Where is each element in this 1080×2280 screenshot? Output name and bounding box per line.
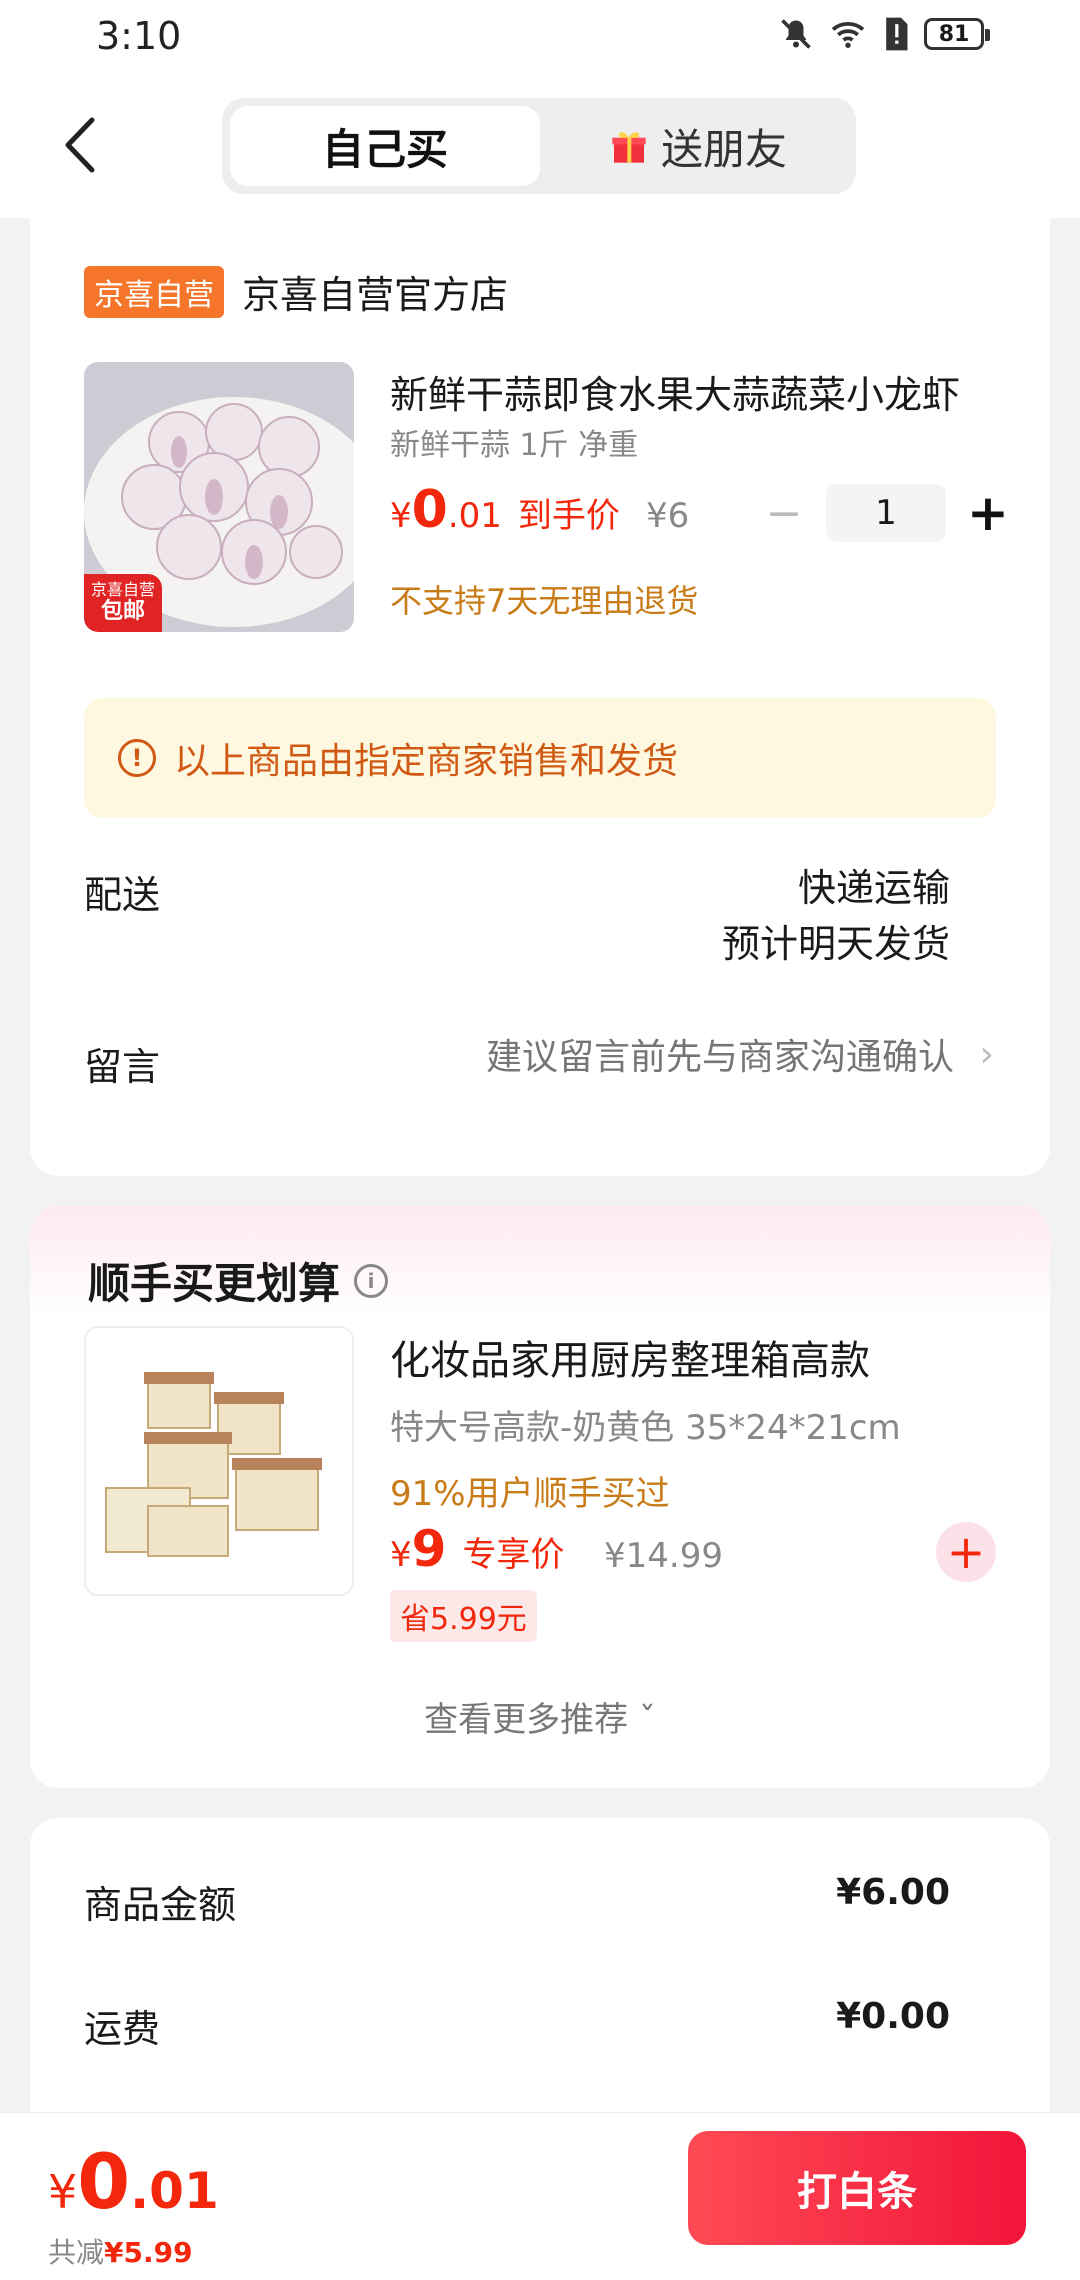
remark-label: 留言: [84, 1045, 161, 1089]
recommend-title-row: 顺手买更划算 i: [88, 1250, 389, 1311]
product-title[interactable]: 新鲜干蒜即食水果大蒜蔬菜小龙虾: [390, 364, 990, 419]
more-recommend-link[interactable]: 查看更多推荐 ˇ: [30, 1692, 1050, 1741]
shop-badge: 京喜自营: [84, 265, 224, 318]
free-shipping-badge: 京喜自营 包邮: [84, 574, 162, 632]
recommend-title: 顺手买更划算: [88, 1259, 341, 1308]
price-integer: 9: [411, 1520, 447, 1578]
notice-text: 以上商品由指定商家销售和发货: [174, 741, 679, 782]
decrease-button[interactable]: −: [756, 484, 812, 542]
order-card: 京喜自营 京喜自营官方店 京喜自营 包邮 新鲜干蒜即食水果大蒜蔬菜小龙虾 新鲜干…: [30, 214, 1050, 1176]
recommend-item-title[interactable]: 化妆品家用厨房整理箱高款: [390, 1328, 870, 1386]
delivery-info[interactable]: 快递运输 预计明天发货: [722, 860, 950, 972]
wifi-icon: [831, 22, 865, 48]
chevron-left-icon: [65, 117, 95, 173]
recommend-item-spec: 特大号高款-奶黄色 35*24*21cm: [390, 1408, 901, 1448]
price-currency: ¥: [390, 1535, 412, 1575]
discount-label: 共减: [48, 2236, 105, 2269]
total-discount: 共减¥5.99: [48, 2231, 193, 2271]
info-icon: !: [118, 739, 156, 777]
delivery-eta: 预计明天发货: [721, 922, 950, 966]
battery-icon: 81: [924, 18, 990, 50]
delivery-method: 快递运输: [797, 866, 950, 910]
tab-buy-self[interactable]: 自己买: [230, 106, 540, 186]
pay-button[interactable]: 打白条: [688, 2131, 1026, 2245]
tab-gift-friend-label: 送朋友: [660, 124, 787, 174]
status-time: 3:10: [96, 14, 182, 58]
product-price: ¥ 0 .01 到手价: [390, 480, 620, 540]
recommend-original-price: ¥14.99: [604, 1536, 723, 1576]
storage-box-image: [86, 1328, 352, 1594]
product-spec: 新鲜干蒜 1斤 净重: [390, 428, 639, 463]
total-decimal: .01: [130, 2162, 219, 2220]
delivery-label: 配送: [84, 873, 161, 917]
recommend-save-badge: 省5.99元: [390, 1590, 537, 1642]
product-image[interactable]: 京喜自营 包邮: [84, 362, 354, 632]
shipping-fee-value: ¥0.00: [836, 1996, 950, 2037]
total-currency: ¥: [48, 2165, 78, 2219]
quantity-value[interactable]: 1: [826, 484, 946, 542]
add-recommend-button[interactable]: +: [936, 1522, 996, 1582]
shop-row[interactable]: 京喜自营 京喜自营官方店: [84, 264, 508, 319]
increase-button[interactable]: +: [960, 484, 1016, 542]
shipping-fee-label: 运费: [84, 2007, 161, 2051]
price-label: 到手价: [517, 496, 620, 536]
back-button[interactable]: [56, 110, 106, 180]
quantity-stepper: − 1 +: [756, 484, 1016, 542]
discount-value: ¥5.99: [104, 2236, 193, 2269]
status-bar: 3:10 81: [0, 0, 1080, 74]
total-integer: 0: [77, 2137, 131, 2226]
shop-name: 京喜自营官方店: [242, 273, 509, 317]
recommend-item-users: 91%用户顺手买过: [390, 1474, 670, 1514]
total-price: ¥ 0 .01: [48, 2137, 219, 2226]
status-icons: 81: [778, 16, 990, 52]
checkout-bar: ¥ 0 .01 共减¥5.99 打白条: [0, 2112, 1080, 2280]
chevron-down-icon: ˇ: [638, 1700, 656, 1740]
recommend-item-price: ¥ 9 专享价: [390, 1520, 564, 1578]
price-label: 专享价: [462, 1535, 565, 1575]
battery-level: 81: [938, 21, 970, 47]
img-badge-top: 京喜自营: [90, 580, 155, 600]
sim-alert-icon: [886, 17, 908, 51]
tab-gift-friend[interactable]: 送朋友: [548, 106, 848, 186]
return-policy: 不支持7天无理由退货: [390, 582, 699, 620]
header: 自己买 送朋友: [0, 74, 1080, 218]
chevron-right-icon[interactable]: ›: [980, 1034, 994, 1075]
mute-bell-icon: [781, 19, 811, 49]
purchase-mode-switch: 自己买 送朋友: [222, 98, 856, 194]
seller-notice: ! 以上商品由指定商家销售和发货: [84, 698, 996, 818]
recommend-card: 顺手买更划算 i 化妆品家用厨房整理箱高款 特大号高款-奶黄色 35*24*21…: [30, 1206, 1050, 1788]
tab-buy-self-label: 自己买: [321, 124, 448, 174]
price-decimal: .01: [447, 496, 502, 536]
more-recommend-label: 查看更多推荐: [424, 1700, 629, 1740]
recommend-image[interactable]: [84, 1326, 354, 1596]
remark-input[interactable]: [330, 1036, 954, 1078]
price-integer: 0: [411, 480, 448, 540]
price-currency: ¥: [390, 496, 412, 536]
original-price: ¥6: [646, 496, 690, 536]
gift-icon: [612, 132, 646, 163]
info-icon[interactable]: i: [354, 1263, 389, 1298]
img-badge-bottom: 包邮: [100, 599, 145, 625]
goods-amount-value: ¥6.00: [836, 1872, 950, 1913]
goods-amount-label: 商品金额: [84, 1883, 237, 1927]
